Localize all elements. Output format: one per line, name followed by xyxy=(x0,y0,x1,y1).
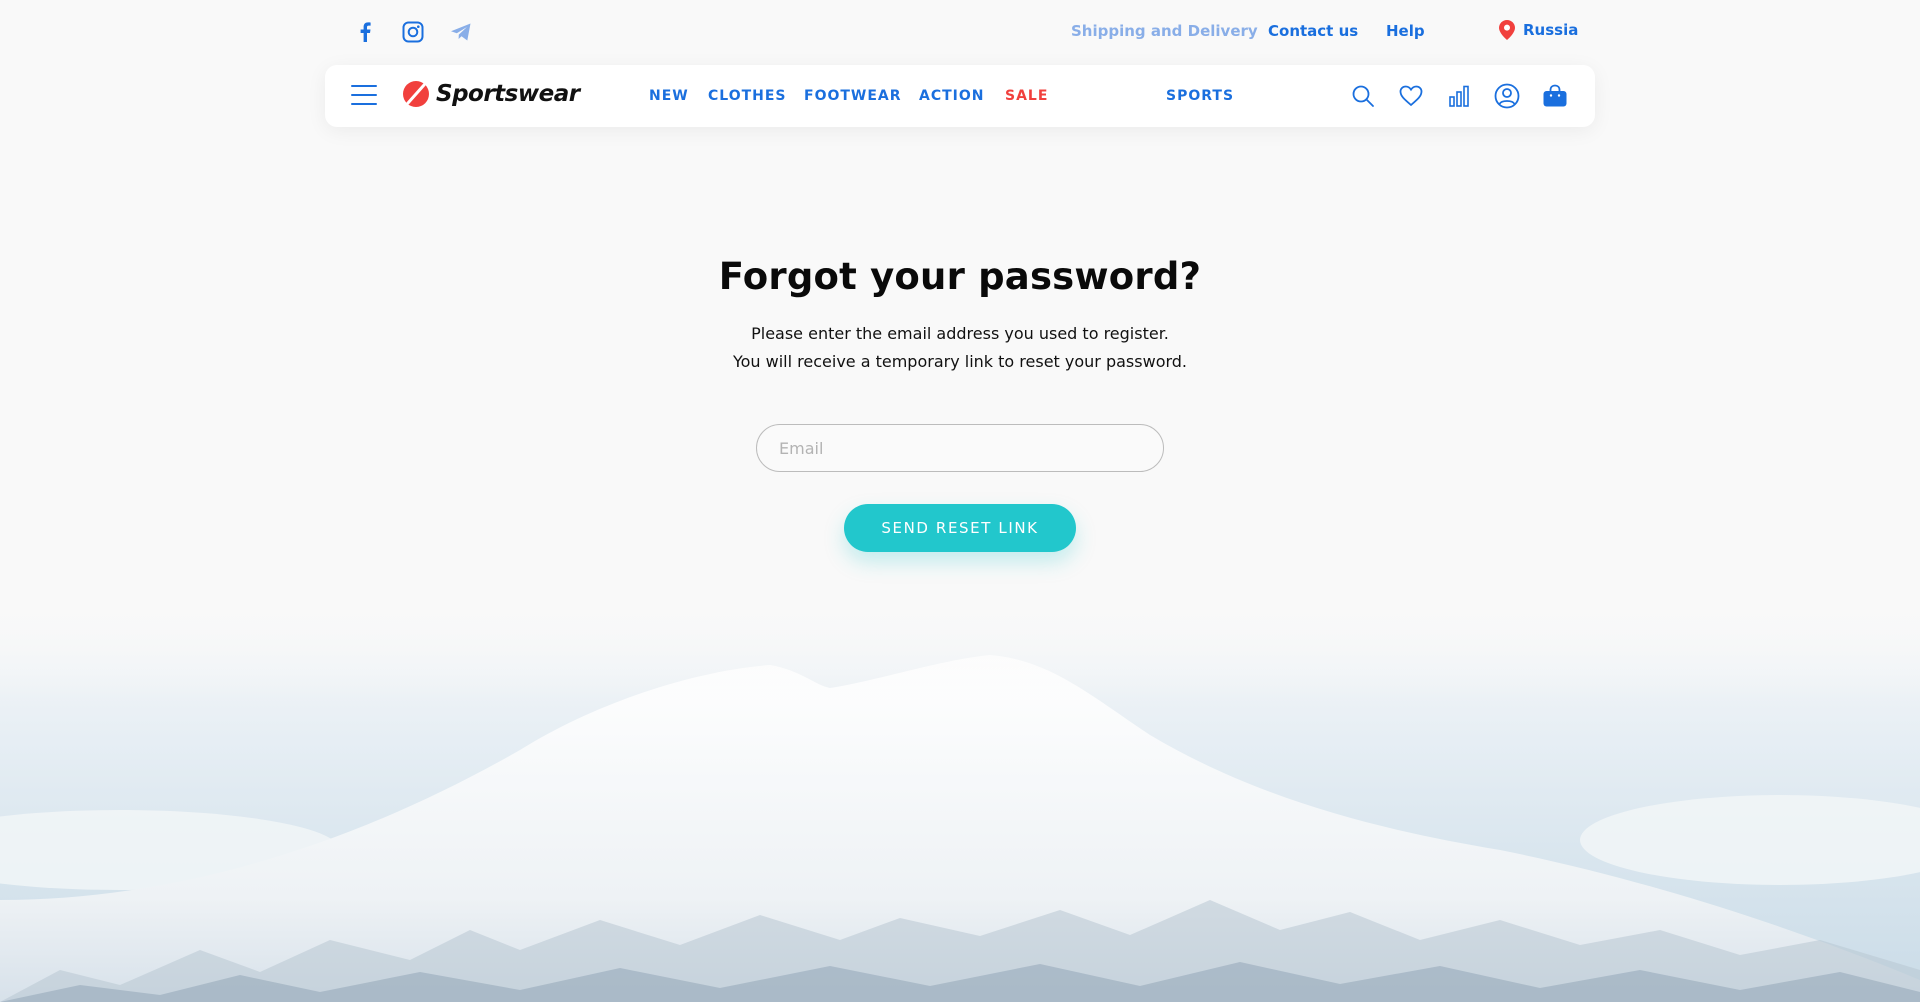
help-link[interactable]: Help xyxy=(1386,22,1425,40)
contact-link[interactable]: Contact us xyxy=(1268,22,1358,40)
nav-item-new[interactable]: NEW xyxy=(649,88,689,104)
heart-icon[interactable] xyxy=(1396,81,1426,111)
nav-item-sale[interactable]: SALE xyxy=(1005,88,1048,104)
nav-item-clothes[interactable]: CLOTHES xyxy=(708,88,787,104)
telegram-icon[interactable] xyxy=(448,19,474,45)
logo-mark-icon xyxy=(403,81,429,107)
top-bar: Shipping and Delivery Contact us Help Ru… xyxy=(0,0,1920,64)
facebook-icon[interactable] xyxy=(352,19,378,45)
region-label: Russia xyxy=(1523,21,1579,39)
nav-item-footwear[interactable]: FOOTWEAR xyxy=(804,88,902,104)
stats-icon[interactable] xyxy=(1444,81,1474,111)
location-pin-icon xyxy=(1499,20,1515,40)
instruction-line-1: Please enter the email address you used … xyxy=(751,324,1169,343)
hamburger-menu-icon[interactable] xyxy=(351,85,377,107)
nav-item-sports[interactable]: SPORTS xyxy=(1166,88,1234,104)
email-field[interactable] xyxy=(756,424,1164,472)
instagram-icon[interactable] xyxy=(400,19,426,45)
send-reset-link-button[interactable]: SEND RESET LINK xyxy=(844,504,1076,552)
social-links xyxy=(352,19,474,45)
user-icon[interactable] xyxy=(1492,81,1522,111)
logo-text: Sportswear xyxy=(436,81,580,107)
shipping-link[interactable]: Shipping and Delivery xyxy=(1071,22,1258,40)
instruction-line-2: You will receive a temporary link to res… xyxy=(732,352,1188,371)
logo[interactable]: Sportswear xyxy=(402,79,580,109)
bag-icon[interactable] xyxy=(1540,81,1570,111)
page-title: Forgot your password? xyxy=(718,255,1202,298)
mountain-background-image xyxy=(0,600,1920,1002)
main-nav-bar: Sportswear NEW CLOTHES FOOTWEAR ACTION S… xyxy=(325,65,1595,127)
search-icon[interactable] xyxy=(1348,81,1378,111)
region-selector[interactable]: Russia xyxy=(1499,20,1578,40)
nav-item-action[interactable]: ACTION xyxy=(919,88,985,104)
